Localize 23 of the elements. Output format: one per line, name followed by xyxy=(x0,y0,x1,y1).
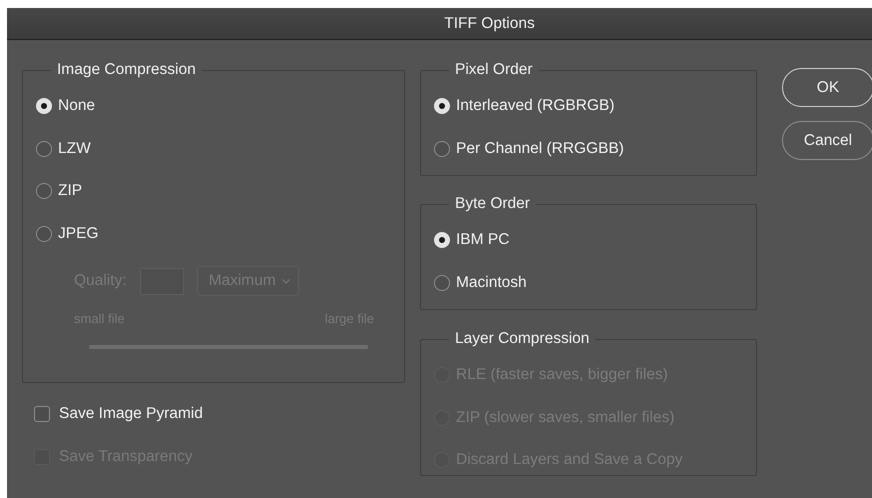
group-title: Pixel Order xyxy=(454,61,534,79)
radio-button[interactable] xyxy=(434,140,450,157)
dialog-button[interactable]: Cancel xyxy=(782,121,872,160)
radio-label: Macintosh xyxy=(456,274,527,292)
radio-label: None xyxy=(58,97,96,116)
checkbox[interactable] xyxy=(34,406,50,422)
radio-label: JPEG xyxy=(58,224,98,243)
group-title: Image Compression xyxy=(56,61,197,79)
radio-label: Per Channel (RRGGBB) xyxy=(456,140,624,158)
group-title: Byte Order xyxy=(454,195,531,213)
radio-label: ZIP xyxy=(58,182,82,200)
radio-button[interactable] xyxy=(36,226,52,242)
radio-label: LZW xyxy=(58,140,91,158)
radio-button[interactable] xyxy=(434,274,450,291)
radio-button[interactable] xyxy=(36,183,52,200)
checkbox-label: Save Image Pyramid xyxy=(59,404,203,422)
radio-label: IBM PC xyxy=(456,231,510,250)
dialog-button[interactable]: OK xyxy=(782,68,872,107)
radio-button[interactable] xyxy=(36,140,52,157)
radio-label: Interleaved (RGBRGB) xyxy=(456,97,614,116)
window-title: TIFF Options xyxy=(444,14,535,32)
caret-icon xyxy=(282,278,290,284)
group-title: Layer Compression xyxy=(454,330,590,348)
